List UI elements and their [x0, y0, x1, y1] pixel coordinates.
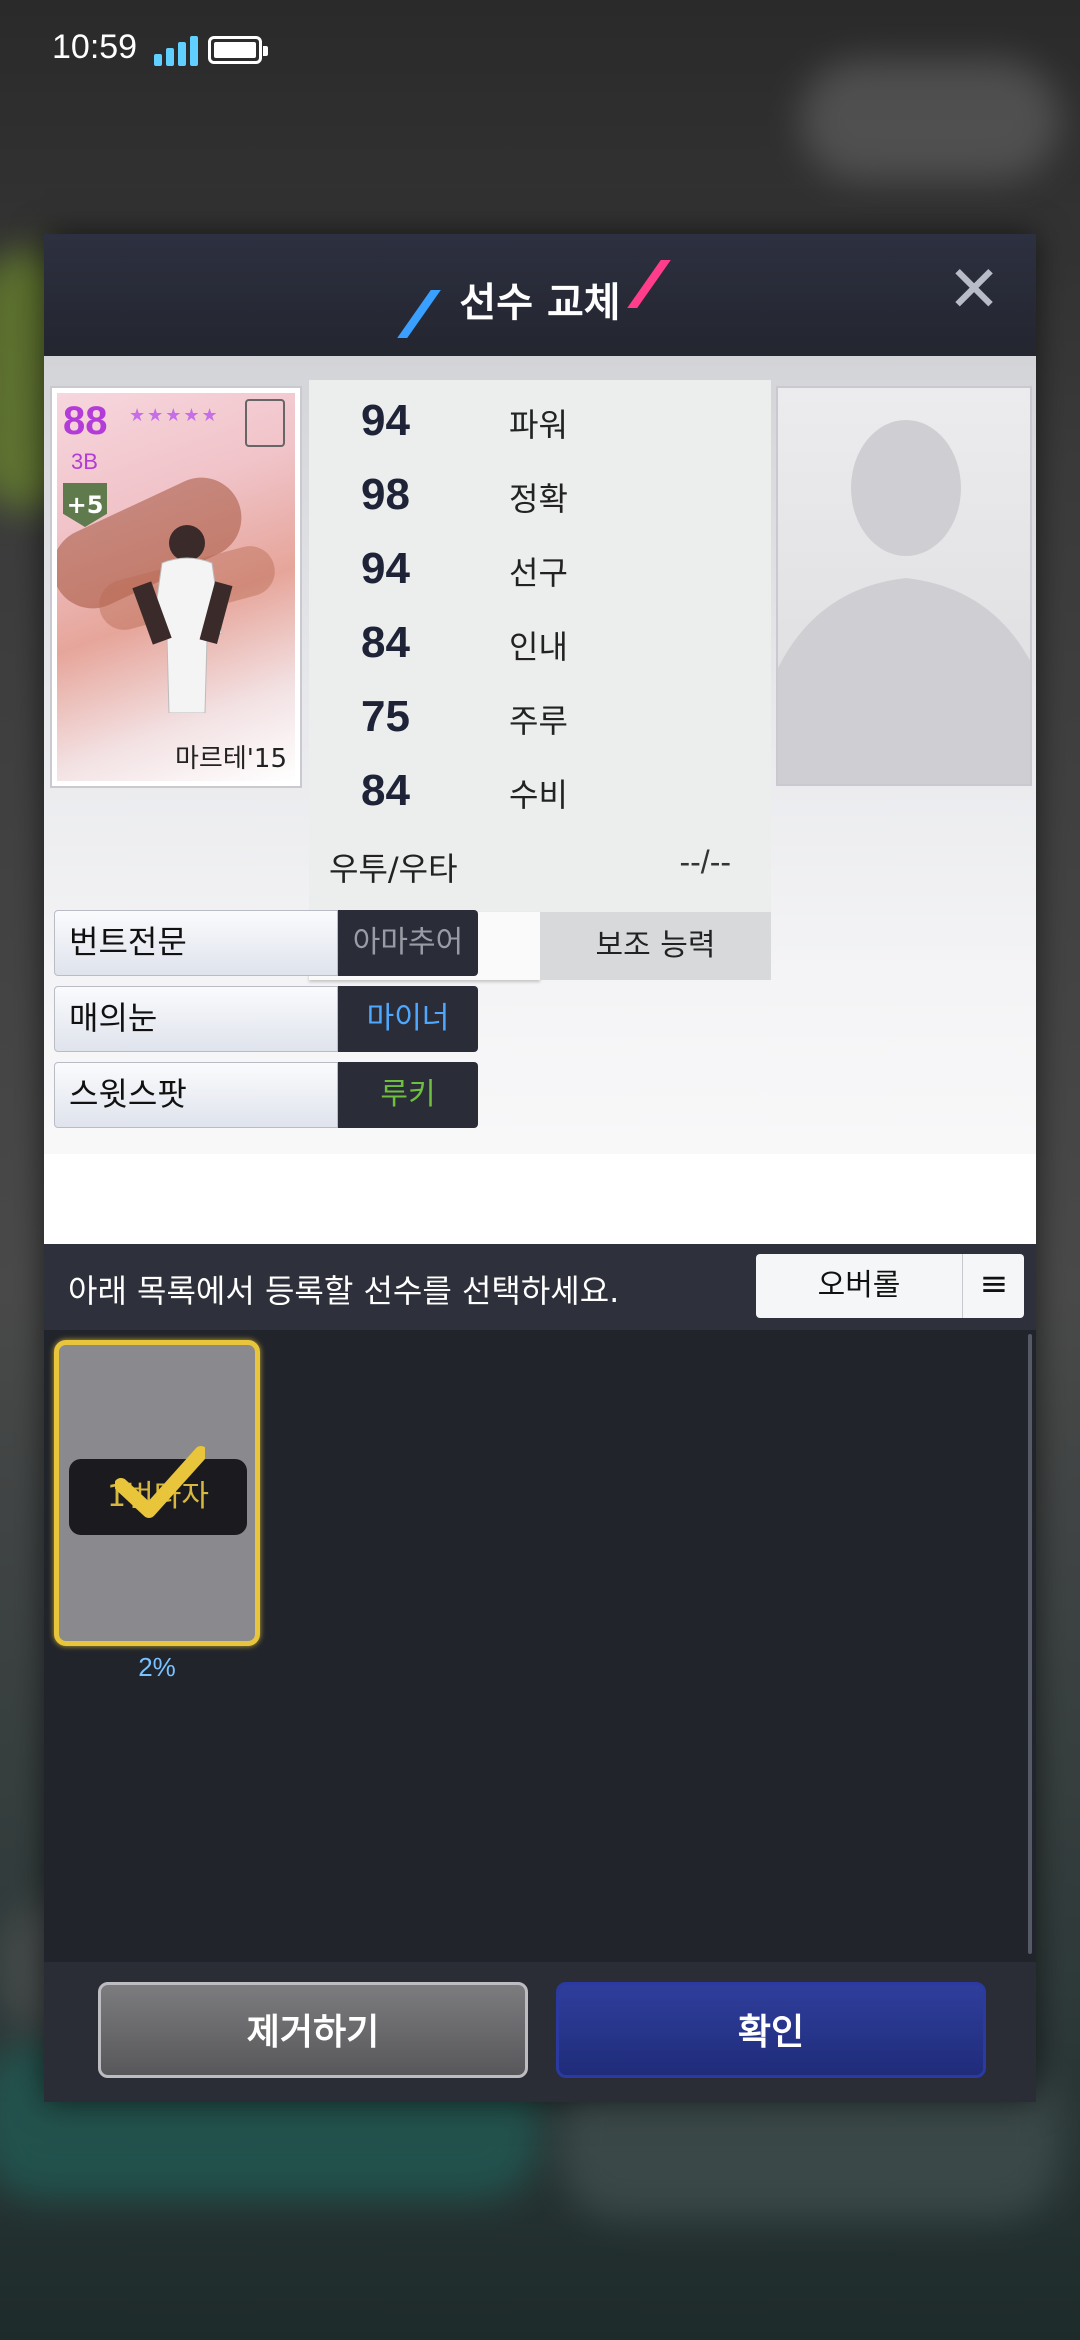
confirm-button[interactable]: 확인 [556, 1982, 986, 2078]
sort-dropdown[interactable]: 오버롤 ≡ [756, 1254, 1024, 1318]
stat-label: 인내 [509, 628, 568, 666]
empty-player-slot[interactable] [776, 386, 1032, 786]
signal-icon [154, 34, 198, 66]
stat-value: 98 [361, 470, 410, 519]
player-list: 1번타자 2% [44, 1330, 1036, 1962]
skill-grade: 루키 [338, 1062, 478, 1128]
stat-value: 94 [361, 544, 410, 593]
card-stars: ★★★★★ [129, 405, 220, 426]
menu-icon[interactable]: ≡ [962, 1254, 1025, 1318]
stats-panel: 94 파워 98 정확 94 선구 84 인내 75 주루 84 수비 우투/우… [309, 380, 771, 936]
player-card-art: 88 3B ★★★★★ +5 마르테'15 [57, 393, 295, 781]
player-list-item[interactable]: 1번타자 [54, 1340, 260, 1646]
remove-button[interactable]: 제거하기 [98, 1982, 528, 2078]
player-image [132, 525, 233, 713]
scrollbar[interactable] [1028, 1334, 1032, 1954]
stat-value: 84 [361, 766, 410, 815]
stat-label: 선구 [509, 554, 568, 592]
stat-label: 수비 [509, 776, 568, 814]
card-position: 3B [71, 449, 98, 474]
status-bar: 10:59 [0, 0, 1080, 100]
stat-row: 98 정확 [309, 454, 771, 528]
handedness-label: 우투/우타 [329, 850, 458, 888]
sort-label: 오버롤 [817, 1268, 901, 1303]
item-percent: 2% [138, 1652, 176, 1682]
skill-row[interactable]: 번트전문 아마추어 [54, 910, 478, 976]
skill-name: 매의눈 [54, 986, 338, 1052]
card-player-name: 마르테'15 [175, 744, 287, 774]
stat-value: 84 [361, 618, 410, 667]
checkmark-icon [115, 1446, 205, 1518]
dialog-header: 선수 교체 ✕ [44, 234, 1036, 356]
card-overall: 88 [63, 399, 108, 443]
battery-icon [208, 36, 268, 64]
close-icon[interactable]: ✕ [942, 258, 1006, 324]
skill-grade: 아마추어 [338, 910, 478, 976]
stat-value: 94 [361, 396, 410, 445]
stat-row: 94 파워 [309, 380, 771, 454]
stat-label: 주루 [509, 702, 568, 740]
list-instruction: 아래 목록에서 등록할 선수를 선택하세요. [68, 1272, 620, 1310]
stat-row: 84 수비 [309, 750, 771, 824]
stat-row: 75 주루 [309, 676, 771, 750]
stat-row: 84 인내 [309, 602, 771, 676]
status-time: 10:59 [52, 28, 138, 66]
stat-label: 정확 [509, 480, 568, 518]
stat-row: 94 선구 [309, 528, 771, 602]
skill-row[interactable]: 스윗스팟 루키 [54, 1062, 478, 1128]
player-list-header: 아래 목록에서 등록할 선수를 선택하세요. 오버롤 ≡ [44, 1244, 1036, 1330]
skill-row[interactable]: 매의눈 마이너 [54, 986, 478, 1052]
tab-sub-ability[interactable]: 보조 능력 [540, 912, 771, 980]
skill-grade: 마이너 [338, 986, 478, 1052]
player-detail-panel: 88 3B ★★★★★ +5 마르테'15 94 파워 98 정확 94 선구 [44, 356, 1036, 1244]
player-card[interactable]: 88 3B ★★★★★ +5 마르테'15 [50, 386, 302, 788]
empty-player-silhouette-icon [778, 420, 1030, 784]
skill-name: 스윗스팟 [54, 1062, 338, 1128]
handedness-row: 우투/우타 --/-- [309, 830, 771, 900]
stat-label: 파워 [509, 406, 568, 444]
handedness-value: --/-- [679, 844, 731, 880]
stat-value: 75 [361, 692, 410, 741]
dialog-footer: 제거하기 확인 [44, 1962, 1036, 2102]
dialog-title: 선수 교체 [459, 280, 621, 326]
skill-name: 번트전문 [54, 910, 338, 976]
player-replace-dialog: 선수 교체 ✕ 88 3B ★★★★★ +5 마르테'15 94 파워 98 정… [44, 234, 1036, 2102]
team-logo-icon [245, 399, 285, 447]
